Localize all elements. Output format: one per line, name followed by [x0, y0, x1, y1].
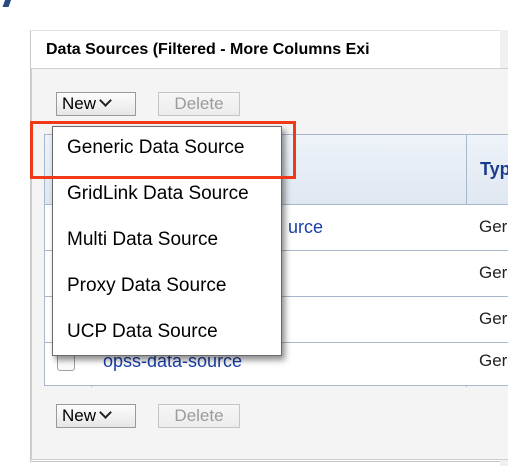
- new-button-top[interactable]: New: [56, 92, 136, 116]
- chevron-down-icon: [99, 406, 112, 419]
- new-dropdown-menu: Generic Data Source GridLink Data Source…: [52, 126, 282, 356]
- data-source-link[interactable]: urce: [288, 217, 323, 238]
- delete-button-label: Delete: [174, 94, 224, 113]
- type-cell: Ger: [479, 309, 508, 328]
- new-button-bottom[interactable]: New: [56, 404, 136, 428]
- page-heading-remnant: [0, 0, 320, 8]
- menu-item-gridlink-data-source[interactable]: GridLink Data Source: [67, 183, 249, 205]
- menu-item-multi-data-source[interactable]: Multi Data Source: [67, 229, 218, 251]
- panel-title: Data Sources (Filtered - More Columns Ex…: [46, 41, 370, 58]
- new-button-label: New: [62, 406, 97, 425]
- new-button-label: New: [62, 94, 97, 113]
- delete-button-label: Delete: [174, 406, 224, 425]
- delete-button-bottom[interactable]: Delete: [158, 404, 240, 428]
- delete-button-top[interactable]: Delete: [158, 92, 240, 116]
- menu-item-ucp-data-source[interactable]: UCP Data Source: [67, 321, 218, 343]
- chevron-down-icon: [99, 94, 112, 107]
- type-cell: Ger: [479, 217, 508, 236]
- page-root: Data Sources (Filtered - More Columns Ex…: [0, 0, 508, 466]
- menu-item-generic-data-source[interactable]: Generic Data Source: [67, 137, 244, 159]
- heading-arrow-icon: [2, 0, 12, 7]
- menu-item-proxy-data-source[interactable]: Proxy Data Source: [67, 275, 226, 297]
- type-cell: Ger: [479, 263, 508, 282]
- type-cell: Ger: [479, 351, 508, 370]
- column-header-type[interactable]: Typ: [480, 159, 508, 180]
